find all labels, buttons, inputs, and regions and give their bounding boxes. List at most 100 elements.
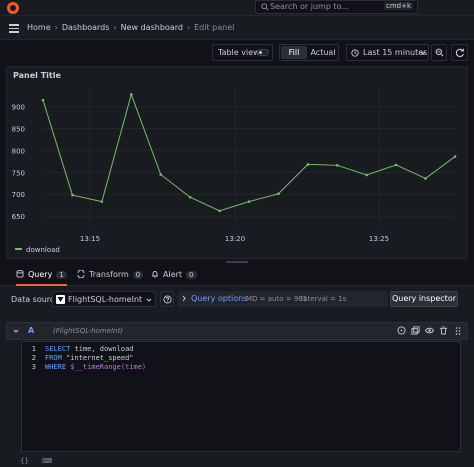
- line-number: 1: [31, 345, 36, 353]
- y-tick-label: 750: [12, 169, 25, 177]
- question-circle-icon: [163, 295, 172, 304]
- chevron-right-icon: ›: [186, 23, 191, 32]
- code-line[interactable]: FROM "internet_speed": [45, 354, 134, 362]
- fill-actual-group: Fill Actual: [279, 44, 339, 61]
- data-point: [188, 195, 192, 199]
- query-options-max-datapoints: MD = auto = 961: [246, 295, 308, 303]
- fill-button[interactable]: Fill: [281, 46, 307, 59]
- toggle-switch[interactable]: [257, 49, 269, 56]
- data-point: [335, 164, 339, 167]
- panel-edit-toolbar: Table view Fill Actual Last 15 minutes: [0, 40, 474, 66]
- data-point: [453, 155, 457, 158]
- drag-handle-icon[interactable]: [454, 326, 462, 336]
- sql-text: $__timeRange(time): [66, 363, 147, 371]
- query-inspector-button[interactable]: Query inspector: [390, 291, 458, 307]
- time-series-chart[interactable]: 650 700 750 800 850 900 13:15 13:20 13:25 downloa…: [7, 67, 469, 260]
- y-tick-label: 700: [12, 191, 25, 199]
- flightsql-logo-icon: [56, 295, 65, 304]
- sql-text: time, download: [70, 345, 134, 353]
- question-circle-icon[interactable]: [397, 326, 406, 335]
- editor-status-bar: {} ⌨: [0, 455, 474, 467]
- data-point: [394, 163, 398, 167]
- data-point: [100, 200, 104, 203]
- tab-alert-label: Alert: [163, 270, 183, 279]
- code-line[interactable]: WHERE $__timeRange(time): [45, 363, 146, 371]
- zoom-out-button[interactable]: [431, 44, 447, 61]
- data-point: [41, 98, 45, 102]
- x-tick-label: 13:20: [225, 235, 245, 243]
- breadcrumb-new-dashboard[interactable]: New dashboard: [121, 23, 183, 32]
- series-line: [42, 92, 456, 212]
- sql-keyword: SELECT: [45, 345, 71, 353]
- sql-code-editor[interactable]: 1 2 3 SELECT time, download FROM "intern…: [21, 341, 461, 452]
- data-point: [306, 163, 310, 166]
- query-row-datasource: (FlightSQL-homeInt): [53, 327, 123, 335]
- transform-icon: [77, 270, 85, 278]
- query-editor-area: Data source FlightSQL-homeInt Query opti…: [0, 286, 474, 467]
- chevron-down-icon[interactable]: [13, 328, 19, 334]
- datasource-help-button[interactable]: [160, 291, 174, 307]
- query-options-interval: Interval = 1s: [301, 295, 347, 303]
- query-row-actions: [397, 326, 467, 337]
- tab-transform[interactable]: Transform 0: [77, 270, 144, 286]
- grafana-logo-icon[interactable]: [7, 2, 19, 14]
- tab-transform-count: 0: [132, 271, 144, 279]
- chevron-right-icon: [182, 295, 186, 302]
- drag-handle-icon[interactable]: [226, 261, 248, 263]
- chevron-right-icon: ›: [113, 23, 117, 32]
- time-range-picker[interactable]: Last 15 minutes: [346, 44, 429, 61]
- search-icon: [261, 3, 269, 11]
- sql-keyword: FROM: [45, 354, 62, 362]
- data-point: [159, 173, 163, 176]
- keyboard-icon[interactable]: ⌨: [42, 457, 52, 465]
- time-range-label: Last 15 minutes: [363, 48, 428, 57]
- breadcrumb-dashboards[interactable]: Dashboards: [62, 23, 110, 32]
- line-number: 3: [31, 363, 36, 371]
- breadcrumb-home[interactable]: Home: [27, 23, 51, 32]
- query-ref-id[interactable]: A: [28, 326, 34, 335]
- datasource-name: FlightSQL-homeInt: [68, 295, 143, 304]
- tab-query-label: Query: [28, 270, 53, 279]
- query-options-toggle[interactable]: Query options MD = auto = 961 Interval =…: [178, 291, 388, 307]
- legend-label: download: [26, 246, 60, 254]
- tab-query-count: 1: [56, 271, 67, 279]
- table-view-toggle[interactable]: Table view: [212, 44, 273, 61]
- actual-button[interactable]: Actual: [308, 46, 338, 59]
- refresh-icon: [455, 48, 464, 58]
- search-shortcut: cmd+k: [383, 2, 413, 10]
- pane-splitter[interactable]: [0, 259, 474, 266]
- query-options-title: Query options: [191, 294, 248, 303]
- query-row-header[interactable]: A (FlightSQL-homeInt): [6, 322, 468, 340]
- tab-query[interactable]: Query 1: [16, 270, 67, 286]
- data-point: [277, 192, 280, 196]
- search-placeholder: Search or jump to...: [270, 2, 349, 11]
- copy-icon[interactable]: [411, 326, 420, 335]
- tab-transform-label: Transform: [89, 270, 129, 279]
- x-tick-label: 13:15: [80, 235, 100, 243]
- editor-tabs: Query 1 Transform 0 Alert 0: [0, 266, 474, 286]
- data-point: [129, 93, 133, 96]
- trash-icon[interactable]: [439, 326, 448, 335]
- panel-preview: Panel Title 650 700 750 800 850 900 13:15 13:20…: [6, 66, 468, 259]
- refresh-button[interactable]: [451, 44, 468, 61]
- data-point: [247, 200, 251, 203]
- data-point: [365, 173, 369, 177]
- format-code-icon[interactable]: {}: [20, 457, 29, 465]
- sql-text: "internet_speed": [61, 354, 134, 362]
- search-input[interactable]: Search or jump to... cmd+k: [255, 0, 418, 14]
- chevron-right-icon: ›: [54, 23, 58, 32]
- y-tick-label: 800: [12, 147, 25, 155]
- eye-icon[interactable]: [425, 326, 434, 335]
- code-line[interactable]: SELECT time, download: [45, 345, 134, 353]
- line-number: 2: [31, 354, 36, 362]
- datasource-picker[interactable]: FlightSQL-homeInt: [52, 291, 156, 307]
- top-nav-bar: Search or jump to... cmd+k: [0, 0, 474, 16]
- menu-icon[interactable]: [9, 24, 19, 33]
- y-tick-label: 650: [12, 213, 25, 221]
- zoom-out-icon: [435, 48, 444, 57]
- y-tick-label: 900: [12, 104, 25, 112]
- x-tick-label: 13:25: [369, 235, 389, 243]
- table-view-label: Table view: [218, 48, 260, 57]
- chevron-down-icon: [420, 51, 426, 55]
- tab-alert[interactable]: Alert 0: [151, 270, 197, 286]
